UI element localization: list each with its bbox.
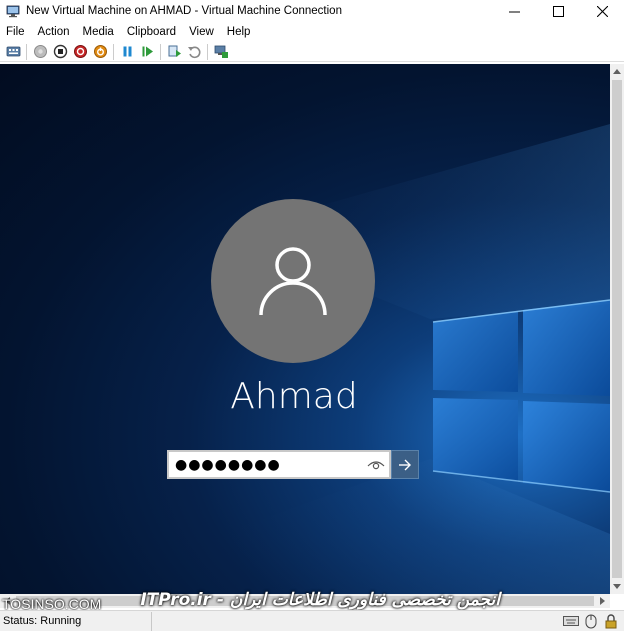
resume-icon: [142, 46, 153, 57]
status-bar: Status: Running: [0, 610, 624, 631]
menu-action[interactable]: Action: [32, 23, 77, 41]
ctrl-alt-del-icon: [6, 46, 20, 57]
ctrl-alt-del-button[interactable]: [3, 43, 23, 61]
menu-file[interactable]: File: [0, 23, 32, 41]
menu-view[interactable]: View: [183, 23, 221, 41]
pause-button[interactable]: [117, 43, 137, 61]
password-value: ●●●●●●●●: [175, 456, 281, 473]
window-title: New Virtual Machine on AHMAD - Virtual M…: [26, 5, 342, 17]
save-icon: [93, 45, 107, 58]
close-icon: [596, 5, 608, 17]
scroll-up-button[interactable]: [610, 64, 624, 78]
toolbar-separator: [160, 43, 161, 60]
title-bar: New Virtual Machine on AHMAD - Virtual M…: [0, 0, 624, 22]
menu-help[interactable]: Help: [221, 23, 258, 41]
user-avatar-icon: [259, 247, 327, 316]
checkpoint-icon: [168, 45, 181, 57]
password-field[interactable]: ●●●●●●●●: [167, 450, 391, 479]
start-icon: [33, 45, 47, 58]
arrow-right-icon: [399, 459, 411, 470]
menu-bar: File Action Media Clipboard View Help: [0, 23, 624, 41]
toolbar-separator: [207, 43, 208, 60]
close-button[interactable]: [580, 0, 624, 22]
revert-button[interactable]: [184, 43, 204, 61]
username-label: Ahmad: [230, 376, 358, 417]
status-text: Status: Running: [0, 611, 152, 631]
lock-icon: [602, 613, 620, 629]
menu-media[interactable]: Media: [77, 23, 121, 41]
scroll-down-button[interactable]: [610, 580, 624, 594]
save-button[interactable]: [90, 43, 110, 61]
turn-off-button[interactable]: [50, 43, 70, 61]
status-icons: [560, 613, 620, 629]
scroll-right-button[interactable]: [596, 594, 610, 608]
minimize-icon: [508, 11, 520, 12]
shutdown-button[interactable]: [70, 43, 90, 61]
horizontal-scroll-thumb[interactable]: [16, 596, 594, 606]
sign-in-button[interactable]: [391, 450, 419, 479]
horizontal-scrollbar[interactable]: [0, 594, 610, 608]
start-button[interactable]: [30, 43, 50, 61]
vertical-scrollbar[interactable]: [610, 64, 624, 594]
keyboard-icon: [562, 613, 580, 629]
chevron-up-icon: [613, 69, 621, 74]
enhanced-session-button[interactable]: [211, 43, 231, 61]
chevron-right-icon: [600, 597, 605, 605]
vm-display[interactable]: Ahmad ●●●●●●●●: [0, 64, 610, 594]
revert-icon: [187, 46, 200, 59]
toolbar: [0, 42, 624, 62]
menu-clipboard[interactable]: Clipboard: [121, 23, 183, 41]
shutdown-icon: [73, 45, 87, 58]
mouse-icon: [582, 613, 600, 629]
vm-connection-icon: [6, 5, 20, 18]
chevron-down-icon: [613, 584, 621, 589]
enhanced-session-icon: [214, 45, 228, 58]
maximize-icon: [552, 5, 564, 17]
minimize-button[interactable]: [492, 0, 536, 22]
vertical-scroll-thumb[interactable]: [612, 80, 622, 578]
toolbar-separator: [26, 43, 27, 60]
scroll-left-button[interactable]: [0, 594, 14, 608]
turn-off-icon: [53, 44, 67, 59]
eye-icon[interactable]: [367, 458, 385, 472]
user-avatar: [211, 199, 375, 363]
pause-icon: [123, 46, 131, 57]
checkpoint-button[interactable]: [164, 43, 184, 61]
password-box: ●●●●●●●●: [167, 450, 419, 479]
maximize-button[interactable]: [536, 0, 580, 22]
toolbar-separator: [113, 43, 114, 60]
chevron-left-icon: [5, 597, 10, 605]
resume-button[interactable]: [137, 43, 157, 61]
